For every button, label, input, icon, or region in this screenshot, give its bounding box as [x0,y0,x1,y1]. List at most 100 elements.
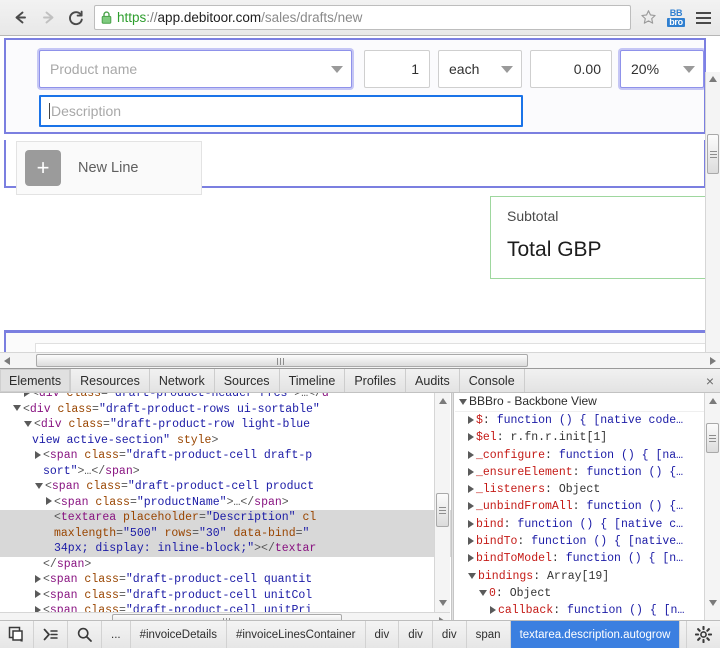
dom-tree-node[interactable]: 34px; display: inline-block;"></textar [0,541,452,557]
sidebar-property-row[interactable]: $: function () { [native code… [455,412,720,429]
sidebar-property-row[interactable]: bindToModel: function () { [n… [455,550,720,567]
page-horizontal-scrollbar[interactable] [0,352,720,368]
product-name-input[interactable]: Product name [39,50,352,88]
scroll-down-icon[interactable] [439,600,447,606]
triangle-open-icon[interactable] [13,405,21,412]
sidebar-property-row[interactable]: _unbindFromAll: function () {… [455,498,720,515]
triangle-closed-icon[interactable] [468,502,474,511]
dom-tree-node[interactable]: <span class="productName">…</span> [0,495,452,511]
page-hscroll-thumb[interactable] [36,354,528,367]
statusbar-more-button[interactable]: ... [102,621,131,648]
triangle-closed-icon[interactable] [468,554,474,563]
triangle-closed-icon[interactable] [468,485,474,494]
bbbro-extension-icon[interactable]: BB bro [664,6,688,30]
sidebar-property-row[interactable]: $el: r.fn.r.init[1] [455,429,720,446]
quantity-input[interactable]: 1 [364,50,430,88]
breadcrumb-item[interactable]: div [366,621,400,648]
unit-price-input[interactable]: 0.00 [530,50,612,88]
dom-tree-node[interactable]: view active-section" style> [0,433,452,449]
triangle-closed-icon[interactable] [468,519,474,528]
triangle-open-icon[interactable] [24,420,32,427]
devtools-close-button[interactable]: × [706,369,714,393]
reload-button[interactable] [62,4,90,32]
triangle-closed-icon[interactable] [46,497,52,506]
devtools-tab-sources[interactable]: Sources [215,369,280,392]
sidebar-property-row[interactable]: bindings: Array[19] [455,568,720,585]
triangle-open-icon[interactable] [35,482,43,489]
devtools-tab-profiles[interactable]: Profiles [345,369,407,392]
dom-tree-node[interactable]: <span class="draft-product-cell quantit [0,572,452,588]
sidebar-property-row[interactable]: bind: function () { [native c… [455,516,720,533]
unit-select[interactable]: each [438,50,522,88]
devtools-tab-network[interactable]: Network [150,369,215,392]
sidebar-vertical-scrollbar[interactable] [704,393,720,628]
sidebar-vscroll-thumb[interactable] [706,423,719,453]
dom-tree-node[interactable]: <div class="draft-product-rows ui-sortab… [0,402,452,418]
dom-tree-node[interactable]: <span class="draft-product-cell product [0,479,452,495]
devtools-tab-resources[interactable]: Resources [71,369,150,392]
new-line-button[interactable]: + New Line [16,141,202,195]
devtools-tab-timeline[interactable]: Timeline [280,369,346,392]
devtools-tab-elements[interactable]: Elements [0,369,72,392]
forward-button[interactable] [34,4,62,32]
sidebar-property-row[interactable]: _configure: function () { [na… [455,447,720,464]
page-vertical-scrollbar[interactable] [705,72,720,366]
vat-rate-select[interactable]: 20% [620,50,704,88]
dom-tree-node[interactable]: maxlength="500" rows="30" data-bind=" [0,525,452,541]
triangle-closed-icon[interactable] [35,574,41,583]
triangle-closed-icon[interactable] [24,393,30,397]
dom-tree-node[interactable]: sort">…</span> [0,464,452,480]
inspect-element-icon[interactable] [0,621,34,648]
backbone-sidebar-pane[interactable]: BBBro - Backbone View $: function () { [… [455,393,720,628]
triangle-closed-icon[interactable] [468,433,474,442]
triangle-open-icon[interactable] [479,589,487,596]
triangle-closed-icon[interactable] [468,467,474,476]
sidebar-property-row[interactable]: callback: function () { [n… [455,602,720,619]
triangle-closed-icon[interactable] [468,450,474,459]
sidebar-property-row[interactable]: _ensureElement: function () {… [455,464,720,481]
address-bar[interactable]: https :// app.debitoor.com /sales/drafts… [94,5,631,30]
scroll-down-icon[interactable] [709,600,717,606]
dom-tree-node[interactable]: <textarea placeholder="Description" cl [0,510,452,526]
triangle-closed-icon[interactable] [490,606,496,615]
sidebar-section-header[interactable]: BBBro - Backbone View [455,393,720,412]
hamburger-menu-icon[interactable] [692,6,714,30]
dom-vscroll-thumb[interactable] [436,493,449,527]
back-button[interactable] [6,4,34,32]
scroll-right-icon[interactable] [710,357,716,365]
triangle-closed-icon[interactable] [468,537,474,546]
scroll-left-icon[interactable] [4,357,10,365]
triangle-closed-icon[interactable] [35,590,41,599]
devtools-tab-audits[interactable]: Audits [406,369,460,392]
breadcrumb-item[interactable]: div [433,621,467,648]
search-icon[interactable] [68,621,102,648]
triangle-closed-icon[interactable] [468,415,474,424]
gear-icon[interactable] [686,621,720,648]
devtools-pane-divider[interactable] [451,393,454,628]
triangle-closed-icon[interactable] [35,450,41,459]
dom-tree-node[interactable]: </span> [0,557,452,573]
breadcrumb-item[interactable]: span [467,621,511,648]
breadcrumb-item[interactable]: div [399,621,433,648]
devtools-tab-console[interactable]: Console [460,369,525,392]
scroll-up-icon[interactable] [439,398,447,404]
breadcrumb-item[interactable]: textarea.description.autogrow [510,621,681,648]
dom-tree-node[interactable]: <span class="draft-product-cell unitCol [0,588,452,604]
breadcrumb-item[interactable]: #invoiceDetails [131,621,227,648]
breadcrumb-item[interactable]: #invoiceLinesContainer [227,621,366,648]
scroll-up-icon[interactable] [709,76,717,82]
console-prompt-icon[interactable] [34,621,68,648]
dom-tree-node[interactable]: <span class="draft-product-cell draft-p [0,448,452,464]
triangle-open-icon[interactable] [468,572,476,579]
dom-tree-pane[interactable]: <div class="draft-product-header rfcs">…… [0,393,452,628]
description-textarea[interactable]: Description [39,95,523,127]
dom-vertical-scrollbar[interactable] [434,393,450,612]
sidebar-property-row[interactable]: bindTo: function () { [native… [455,533,720,550]
dom-tree-node[interactable]: <div class="draft-product-header rfcs">…… [0,393,452,402]
page-vscroll-thumb[interactable] [707,134,719,174]
sidebar-property-row[interactable]: 0: Object [455,585,720,602]
star-icon[interactable] [636,6,660,30]
scroll-up-icon[interactable] [709,398,717,404]
sidebar-property-row[interactable]: _listeners: Object [455,481,720,498]
dom-tree-node[interactable]: <div class="draft-product-row light-blue [0,417,452,433]
